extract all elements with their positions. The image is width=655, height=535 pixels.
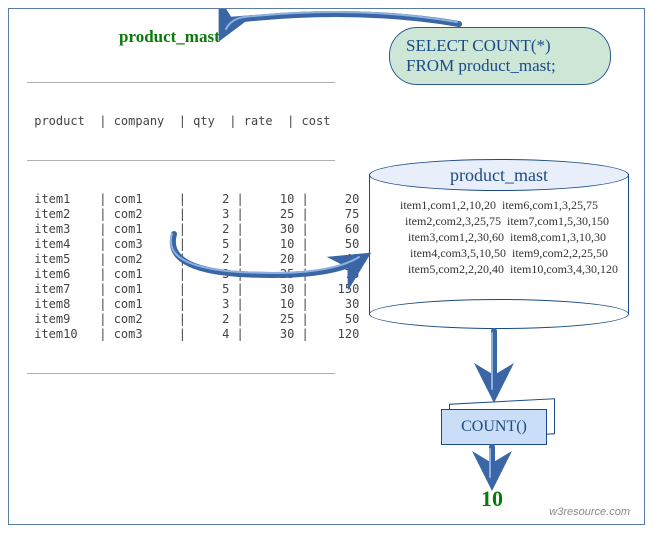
tuple: item4,com3,5,10,50 — [385, 245, 509, 261]
count-label: COUNT() — [441, 409, 547, 445]
tuple: item8,com1,3,10,30 — [507, 229, 631, 245]
tuple: item3,com1,2,30,60 — [383, 229, 507, 245]
table-title: product_mast — [119, 27, 220, 47]
cylinder-title: product_mast — [369, 159, 629, 191]
tuple: item9,com2,2,25,50 — [509, 245, 633, 261]
tuple: item1,com1,2,10,20 — [375, 197, 499, 213]
sql-line: FROM product_mast; — [406, 56, 594, 76]
tuple: item5,com2,2,20,40 — [383, 261, 507, 277]
tuple: item10,com3,4,30,120 — [507, 261, 631, 277]
result-value: 10 — [481, 486, 503, 512]
data-cylinder: product_mast item1,com1,2,10,20item6,com… — [369, 159, 629, 329]
table-header-row: product | company | qty | rate | cost — [27, 114, 359, 129]
count-function-box: COUNT() — [441, 409, 545, 451]
source-table: product | company | qty | rate | cost it… — [27, 51, 359, 405]
watermark: w3resource.com — [549, 506, 630, 518]
tuple: item6,com1,3,25,75 — [499, 197, 623, 213]
sql-query-box: SELECT COUNT(*) FROM product_mast; — [389, 27, 611, 85]
tuple: item7,com1,5,30,150 — [504, 213, 628, 229]
sql-line: SELECT COUNT(*) — [406, 36, 594, 56]
tuple: item2,com2,3,25,75 — [380, 213, 504, 229]
